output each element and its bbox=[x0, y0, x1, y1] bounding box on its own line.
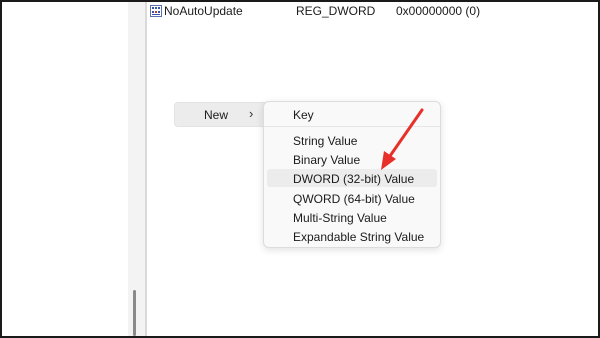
context-menu: New › bbox=[174, 102, 267, 127]
tree-scrollbar[interactable] bbox=[128, 2, 145, 336]
submenu-item-expandable-string-value[interactable]: Expandable String Value bbox=[267, 227, 437, 245]
value-row[interactable]: NoAutoUpdate REG_DWORD 0x00000000 (0) bbox=[150, 3, 590, 21]
submenu-item-label: Expandable String Value bbox=[293, 230, 425, 244]
submenu-item-label: QWORD (64-bit) Value bbox=[293, 192, 415, 206]
reg-dword-icon bbox=[150, 5, 162, 17]
registry-tree-pane[interactable] bbox=[2, 2, 128, 336]
submenu-item-string-value[interactable]: String Value bbox=[267, 131, 437, 149]
value-type: REG_DWORD bbox=[296, 4, 376, 18]
tree-scroll-thumb[interactable] bbox=[133, 290, 136, 336]
submenu-item-key[interactable]: Key bbox=[267, 105, 437, 123]
chevron-right-icon: › bbox=[249, 106, 254, 121]
new-submenu: Key String Value Binary Value DWORD (32-… bbox=[263, 101, 441, 248]
submenu-item-multi-string-value[interactable]: Multi-String Value bbox=[267, 208, 437, 226]
menu-item-new-label: New bbox=[204, 108, 229, 122]
submenu-item-label: Multi-String Value bbox=[293, 211, 387, 225]
submenu-item-label: String Value bbox=[293, 134, 358, 148]
submenu-separator bbox=[264, 126, 440, 127]
submenu-item-label: DWORD (32-bit) Value bbox=[293, 172, 415, 186]
submenu-item-qword-value[interactable]: QWORD (64-bit) Value bbox=[267, 189, 437, 207]
value-name: NoAutoUpdate bbox=[164, 4, 243, 18]
submenu-item-label: Key bbox=[293, 108, 314, 122]
submenu-item-binary-value[interactable]: Binary Value bbox=[267, 150, 437, 168]
submenu-item-dword-value[interactable]: DWORD (32-bit) Value bbox=[267, 169, 437, 187]
menu-item-new[interactable]: New › bbox=[175, 103, 267, 126]
value-data: 0x00000000 (0) bbox=[396, 4, 481, 18]
submenu-item-label: Binary Value bbox=[293, 153, 361, 167]
